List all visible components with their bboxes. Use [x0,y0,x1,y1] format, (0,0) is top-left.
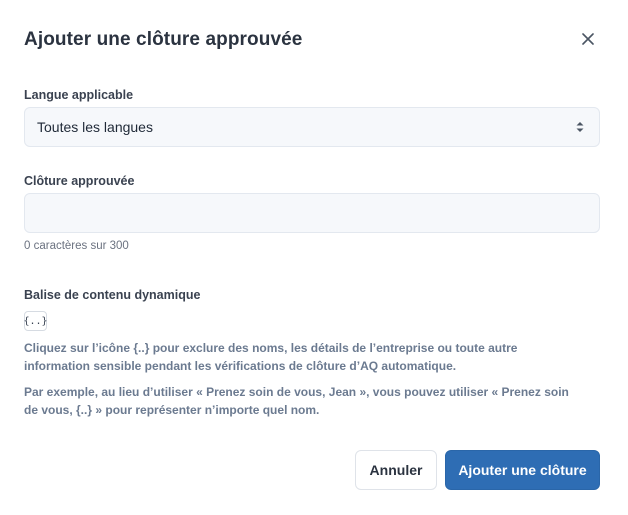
close-button[interactable] [576,27,600,51]
close-icon [582,33,594,45]
closure-label: Clôture approuvée [24,174,135,188]
closure-input[interactable] [24,193,600,233]
dynamic-tag-label: Balise de contenu dynamique [24,288,201,302]
dynamic-tag-help: Cliquez sur l’icône {..} pour exclure de… [24,341,518,373]
dynamic-tag-example: Par exemple, au lieu d’utiliser « Prenez… [24,385,569,417]
language-select-value: Toutes les langues [37,119,153,135]
language-select[interactable]: Toutes les langues [24,107,600,147]
cancel-button[interactable]: Annuler [355,450,437,490]
dialog-title: Ajouter une clôture approuvée [24,29,303,50]
character-counter: 0 caractères sur 300 [24,240,129,252]
add-closure-dialog: Ajouter une clôture approuvée Langue app… [0,0,628,515]
language-label: Langue applicable [24,88,134,102]
add-closure-button[interactable]: Ajouter une clôture [445,450,600,490]
dynamic-tag-button[interactable]: {..} [23,311,48,331]
chevron-up-down-icon [576,122,584,132]
